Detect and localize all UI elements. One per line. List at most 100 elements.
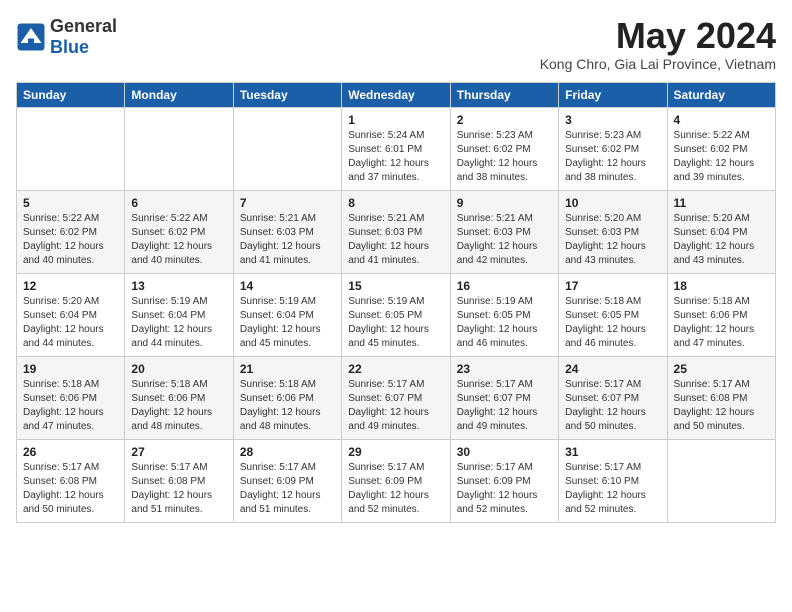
calendar-body: 1Sunrise: 5:24 AM Sunset: 6:01 PM Daylig…: [17, 107, 776, 522]
day-number: 9: [457, 196, 552, 210]
day-number: 22: [348, 362, 443, 376]
day-number: 17: [565, 279, 660, 293]
day-info: Sunrise: 5:23 AM Sunset: 6:02 PM Dayligh…: [457, 129, 552, 185]
day-info: Sunrise: 5:21 AM Sunset: 6:03 PM Dayligh…: [348, 212, 443, 268]
day-number: 4: [674, 113, 769, 127]
calendar-cell: 23Sunrise: 5:17 AM Sunset: 6:07 PM Dayli…: [450, 356, 558, 439]
title-block: May 2024 Kong Chro, Gia Lai Province, Vi…: [540, 16, 776, 72]
day-number: 20: [131, 362, 226, 376]
day-info: Sunrise: 5:22 AM Sunset: 6:02 PM Dayligh…: [131, 212, 226, 268]
calendar-week-row: 19Sunrise: 5:18 AM Sunset: 6:06 PM Dayli…: [17, 356, 776, 439]
day-info: Sunrise: 5:19 AM Sunset: 6:05 PM Dayligh…: [348, 295, 443, 351]
day-info: Sunrise: 5:17 AM Sunset: 6:10 PM Dayligh…: [565, 461, 660, 517]
day-info: Sunrise: 5:22 AM Sunset: 6:02 PM Dayligh…: [674, 129, 769, 185]
day-info: Sunrise: 5:17 AM Sunset: 6:09 PM Dayligh…: [240, 461, 335, 517]
day-number: 3: [565, 113, 660, 127]
calendar-cell: 2 Sunrise: 5:23 AM Sunset: 6:02 PM Daylig…: [450, 107, 558, 190]
day-number: 12: [23, 279, 118, 293]
logo-general: General: [50, 16, 117, 36]
location: Kong Chro, Gia Lai Province, Vietnam: [540, 56, 776, 72]
calendar-cell: 13Sunrise: 5:19 AM Sunset: 6:04 PM Dayli…: [125, 273, 233, 356]
calendar-cell: 29 Sunrise: 5:17 AM Sunset: 6:09 PM Dayli…: [342, 439, 450, 522]
day-number: 7: [240, 196, 335, 210]
day-number: 28: [240, 445, 335, 459]
calendar-cell: 9 Sunrise: 5:21 AM Sunset: 6:03 PM Daylig…: [450, 190, 558, 273]
logo-text: General Blue: [50, 16, 117, 58]
calendar-day-header: Sunday: [17, 82, 125, 107]
month-year: May 2024: [540, 16, 776, 56]
calendar-cell: 5 Sunrise: 5:22 AM Sunset: 6:02 PM Daylig…: [17, 190, 125, 273]
day-info: Sunrise: 5:17 AM Sunset: 6:09 PM Dayligh…: [348, 461, 443, 517]
day-number: 11: [674, 196, 769, 210]
calendar-cell: 12 Sunrise: 5:20 AM Sunset: 6:04 PM Dayli…: [17, 273, 125, 356]
page-header: General Blue May 2024 Kong Chro, Gia Lai…: [16, 16, 776, 72]
day-number: 13: [131, 279, 226, 293]
calendar-week-row: 1Sunrise: 5:24 AM Sunset: 6:01 PM Daylig…: [17, 107, 776, 190]
logo-blue: Blue: [50, 37, 89, 57]
calendar-cell: 15Sunrise: 5:19 AM Sunset: 6:05 PM Dayli…: [342, 273, 450, 356]
day-info: Sunrise: 5:21 AM Sunset: 6:03 PM Dayligh…: [457, 212, 552, 268]
calendar-cell: 6 Sunrise: 5:22 AM Sunset: 6:02 PM Daylig…: [125, 190, 233, 273]
day-info: Sunrise: 5:17 AM Sunset: 6:08 PM Dayligh…: [131, 461, 226, 517]
day-number: 26: [23, 445, 118, 459]
day-number: 24: [565, 362, 660, 376]
logo: General Blue: [16, 16, 117, 58]
day-number: 5: [23, 196, 118, 210]
day-info: Sunrise: 5:17 AM Sunset: 6:07 PM Dayligh…: [565, 378, 660, 434]
calendar-day-header: Thursday: [450, 82, 558, 107]
calendar-cell: 26 Sunrise: 5:17 AM Sunset: 6:08 PM Dayli…: [17, 439, 125, 522]
day-number: 10: [565, 196, 660, 210]
calendar-cell: 11Sunrise: 5:20 AM Sunset: 6:04 PM Dayli…: [667, 190, 775, 273]
day-number: 23: [457, 362, 552, 376]
calendar-cell: 7Sunrise: 5:21 AM Sunset: 6:03 PM Daylig…: [233, 190, 341, 273]
day-number: 30: [457, 445, 552, 459]
calendar-cell: 3Sunrise: 5:23 AM Sunset: 6:02 PM Daylig…: [559, 107, 667, 190]
calendar-cell: 17 Sunrise: 5:18 AM Sunset: 6:05 PM Dayli…: [559, 273, 667, 356]
day-number: 31: [565, 445, 660, 459]
day-number: 14: [240, 279, 335, 293]
calendar-cell: 19Sunrise: 5:18 AM Sunset: 6:06 PM Dayli…: [17, 356, 125, 439]
calendar-cell: 28 Sunrise: 5:17 AM Sunset: 6:09 PM Dayli…: [233, 439, 341, 522]
day-info: Sunrise: 5:18 AM Sunset: 6:06 PM Dayligh…: [240, 378, 335, 434]
calendar-cell: [125, 107, 233, 190]
calendar-header-row: SundayMondayTuesdayWednesdayThursdayFrid…: [17, 82, 776, 107]
day-info: Sunrise: 5:17 AM Sunset: 6:08 PM Dayligh…: [674, 378, 769, 434]
calendar-table: SundayMondayTuesdayWednesdayThursdayFrid…: [16, 82, 776, 523]
calendar-cell: 30Sunrise: 5:17 AM Sunset: 6:09 PM Dayli…: [450, 439, 558, 522]
day-number: 25: [674, 362, 769, 376]
calendar-day-header: Saturday: [667, 82, 775, 107]
calendar-cell: [17, 107, 125, 190]
calendar-cell: 14 Sunrise: 5:19 AM Sunset: 6:04 PM Dayli…: [233, 273, 341, 356]
day-number: 2: [457, 113, 552, 127]
calendar-cell: 4 Sunrise: 5:22 AM Sunset: 6:02 PM Daylig…: [667, 107, 775, 190]
calendar-cell: 31 Sunrise: 5:17 AM Sunset: 6:10 PM Dayli…: [559, 439, 667, 522]
calendar-week-row: 5 Sunrise: 5:22 AM Sunset: 6:02 PM Daylig…: [17, 190, 776, 273]
day-number: 18: [674, 279, 769, 293]
logo-icon: [16, 22, 46, 52]
calendar-day-header: Wednesday: [342, 82, 450, 107]
calendar-day-header: Tuesday: [233, 82, 341, 107]
calendar-day-header: Friday: [559, 82, 667, 107]
day-number: 8: [348, 196, 443, 210]
day-info: Sunrise: 5:18 AM Sunset: 6:06 PM Dayligh…: [23, 378, 118, 434]
day-info: Sunrise: 5:19 AM Sunset: 6:04 PM Dayligh…: [240, 295, 335, 351]
calendar-cell: 10Sunrise: 5:20 AM Sunset: 6:03 PM Dayli…: [559, 190, 667, 273]
day-number: 29: [348, 445, 443, 459]
calendar-cell: [667, 439, 775, 522]
calendar-cell: 25 Sunrise: 5:17 AM Sunset: 6:08 PM Dayli…: [667, 356, 775, 439]
day-info: Sunrise: 5:22 AM Sunset: 6:02 PM Dayligh…: [23, 212, 118, 268]
calendar-cell: 18Sunrise: 5:18 AM Sunset: 6:06 PM Dayli…: [667, 273, 775, 356]
day-number: 21: [240, 362, 335, 376]
calendar-cell: 24 Sunrise: 5:17 AM Sunset: 6:07 PM Dayli…: [559, 356, 667, 439]
calendar-day-header: Monday: [125, 82, 233, 107]
day-info: Sunrise: 5:17 AM Sunset: 6:07 PM Dayligh…: [348, 378, 443, 434]
calendar-cell: 21 Sunrise: 5:18 AM Sunset: 6:06 PM Dayli…: [233, 356, 341, 439]
day-info: Sunrise: 5:17 AM Sunset: 6:08 PM Dayligh…: [23, 461, 118, 517]
day-info: Sunrise: 5:19 AM Sunset: 6:05 PM Dayligh…: [457, 295, 552, 351]
calendar-cell: 22 Sunrise: 5:17 AM Sunset: 6:07 PM Dayli…: [342, 356, 450, 439]
day-info: Sunrise: 5:18 AM Sunset: 6:05 PM Dayligh…: [565, 295, 660, 351]
day-info: Sunrise: 5:20 AM Sunset: 6:04 PM Dayligh…: [23, 295, 118, 351]
day-number: 1: [348, 113, 443, 127]
day-number: 6: [131, 196, 226, 210]
calendar-cell: 1Sunrise: 5:24 AM Sunset: 6:01 PM Daylig…: [342, 107, 450, 190]
